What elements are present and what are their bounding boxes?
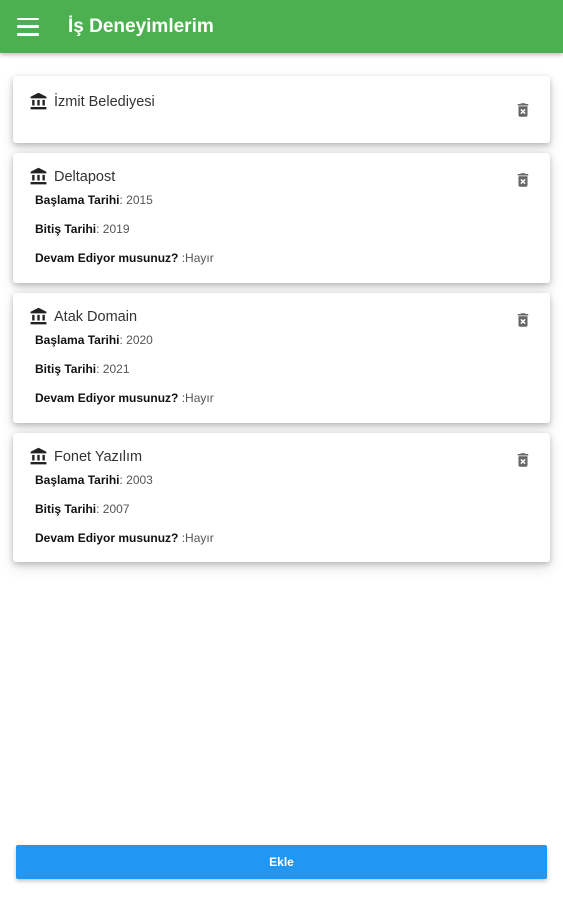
delete-icon[interactable] xyxy=(514,310,532,330)
delete-icon[interactable] xyxy=(514,100,532,120)
bank-icon xyxy=(30,307,47,325)
ongoing-status: Devam Ediyor musunuz? :Hayır xyxy=(35,531,214,545)
start-date: Başlama Tarihi: 2015 xyxy=(35,193,153,207)
menu-icon[interactable] xyxy=(17,17,39,36)
start-date: Başlama Tarihi: 2020 xyxy=(35,333,153,347)
experience-card: Deltapost Başlama Tarihi: 2015 Bitiş Tar… xyxy=(13,153,550,283)
ongoing-status: Devam Ediyor musunuz? :Hayır xyxy=(35,251,214,265)
bank-icon xyxy=(30,92,47,110)
add-button[interactable]: Ekle xyxy=(16,845,547,879)
page-title: İş Deneyimlerim xyxy=(68,15,214,37)
bank-icon xyxy=(30,447,47,465)
app-bar: İş Deneyimlerim xyxy=(0,0,563,53)
experience-card: Fonet Yazılım Başlama Tarihi: 2003 Bitiş… xyxy=(13,433,550,562)
bank-icon xyxy=(30,167,47,185)
company-name: Atak Domain xyxy=(54,308,138,325)
company-name: Fonet Yazılım xyxy=(54,448,143,465)
delete-icon[interactable] xyxy=(514,450,532,470)
company-name: Deltapost xyxy=(54,168,116,185)
experience-card: İzmit Belediyesi xyxy=(13,76,550,143)
start-date: Başlama Tarihi: 2003 xyxy=(35,473,153,487)
experience-card: Atak Domain Başlama Tarihi: 2020 Bitiş T… xyxy=(13,293,550,423)
ongoing-status: Devam Ediyor musunuz? :Hayır xyxy=(35,391,214,405)
end-date: Bitiş Tarihi: 2019 xyxy=(35,222,130,236)
company-name: İzmit Belediyesi xyxy=(54,93,155,110)
end-date: Bitiş Tarihi: 2021 xyxy=(35,362,130,376)
end-date: Bitiş Tarihi: 2007 xyxy=(35,502,130,516)
delete-icon[interactable] xyxy=(514,170,532,190)
